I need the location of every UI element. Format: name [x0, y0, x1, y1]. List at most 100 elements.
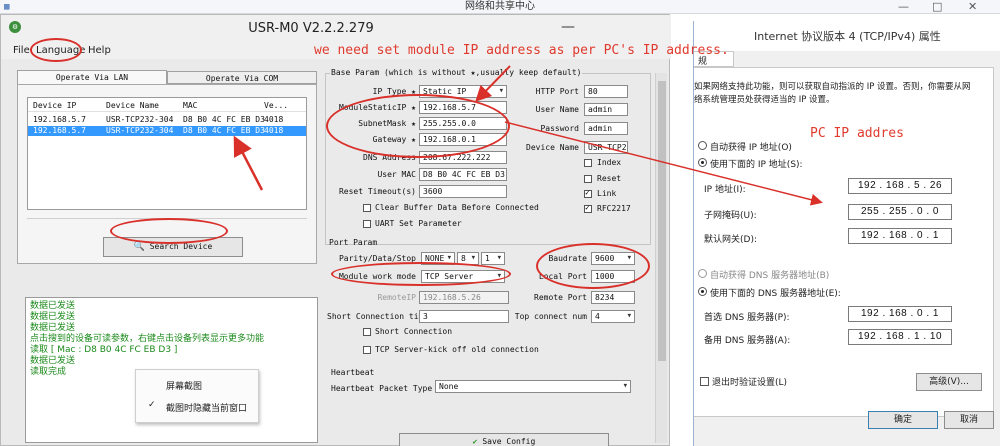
- tcp-connect-num-select[interactable]: 4: [591, 310, 635, 323]
- device-table-header: Device IP Device Name MAC Ve...: [28, 98, 306, 112]
- bg-minimize-button[interactable]: —: [898, 0, 909, 14]
- user-mac-input[interactable]: D8 B0 4C FC EB D3: [419, 168, 507, 181]
- log-line: 数据已发送: [30, 301, 76, 311]
- save-check-icon: ✔: [472, 437, 478, 446]
- search-icon: 🔍: [133, 242, 145, 252]
- http-port-input[interactable]: 80: [584, 85, 628, 98]
- row-ip: 192.168.5.7: [33, 126, 86, 135]
- user-name-label: User Name: [535, 105, 579, 114]
- index-checkbox[interactable]: [584, 159, 592, 167]
- password-input[interactable]: admin: [584, 122, 628, 135]
- col-mac[interactable]: MAC: [183, 101, 197, 110]
- remote-ip-label: RemoteIP: [377, 293, 416, 302]
- usr-titlebar: ⚙ USR-M0 V2.2.2.279 —: [1, 15, 671, 43]
- language-highlight: [30, 38, 82, 62]
- advanced-button[interactable]: 高级(V)...: [916, 373, 982, 391]
- data-bits-value: 8: [461, 254, 466, 263]
- stop-bits-select[interactable]: 1: [481, 252, 505, 265]
- annotation-top-note: we need set module IP address as per PC'…: [314, 43, 729, 58]
- reset-timeout-label: Reset Timeout(s): [338, 187, 416, 196]
- table-row[interactable]: 192.168.5.7 USR-TCP232-304 D8 B0 4C FC E…: [28, 115, 306, 125]
- kickoff-checkbox[interactable]: [363, 346, 371, 354]
- device-name-label: Device Name: [526, 143, 579, 152]
- device-name-input[interactable]: USR-TCP23: [584, 141, 628, 154]
- bg-maximize-button[interactable]: □: [932, 0, 942, 14]
- menu-help[interactable]: Help: [88, 45, 111, 56]
- heartbeat-type-select[interactable]: None: [435, 380, 631, 393]
- manual-ip-label: 使用下面的 IP 地址(S):: [710, 160, 803, 170]
- ok-button[interactable]: 确定: [868, 411, 938, 429]
- index-label: Index: [597, 158, 622, 167]
- link-label: Link: [597, 189, 617, 198]
- remote-port-label: Remote Port: [534, 293, 587, 302]
- usr-window-title: USR-M0 V2.2.2.279: [248, 21, 374, 36]
- default-gateway-label: 默认网关(D):: [704, 235, 757, 245]
- row-name: USR-TCP232-304: [106, 115, 174, 124]
- clear-buffer-label: Clear Buffer Data Before Connected: [375, 203, 539, 212]
- tab-operate-via-lan[interactable]: Operate Via LAN: [17, 70, 167, 84]
- log-line: 读取 [ Mac : D8 B0 4C FC EB D3 ]: [30, 345, 178, 355]
- manual-dns-label: 使用下面的 DNS 服务器地址(E):: [710, 289, 841, 299]
- save-config-button[interactable]: ✔ Save Config: [399, 433, 609, 446]
- rfc2217-checkbox[interactable]: [584, 203, 592, 213]
- row-mac: D8 B0 4C FC EB D3: [183, 115, 265, 124]
- short-connection-label: Short Connection: [375, 327, 453, 336]
- col-version[interactable]: Ve...: [264, 101, 288, 110]
- context-menu-screenshot[interactable]: 屏幕截图: [166, 379, 202, 392]
- short-conn-time-input[interactable]: 3: [419, 310, 509, 323]
- save-config-label: Save Config: [482, 437, 536, 446]
- tab-operate-via-com[interactable]: Operate Via COM: [167, 71, 317, 84]
- cancel-button[interactable]: 取消: [944, 411, 994, 429]
- row-version: 4018: [264, 126, 284, 135]
- base-param-legend: Base Param (which is without ★,usually k…: [330, 68, 583, 77]
- kickoff-label: TCP Server-kick off old connection: [375, 345, 539, 354]
- manual-ip-radio[interactable]: [698, 158, 707, 167]
- auto-ip-radio[interactable]: [698, 141, 707, 150]
- row-version: 4018: [264, 115, 284, 124]
- table-row-selected[interactable]: 192.168.5.7 USR-TCP232-304 D8 B0 4C FC E…: [28, 126, 306, 136]
- ip-address-field[interactable]: 192 . 168 . 5 . 26: [848, 178, 952, 194]
- ipv4-content: 如果网络支持此功能，则可以获取自动指派的 IP 设置。否则，你需要从网 络系统管…: [694, 67, 994, 417]
- user-name-input[interactable]: admin: [584, 103, 628, 116]
- rfc2217-label: RFC2217: [597, 204, 631, 213]
- default-gateway-field[interactable]: 192 . 168 . 0 . 1: [848, 228, 952, 244]
- search-device-highlight: [110, 218, 228, 244]
- subnet-mask-field[interactable]: 255 . 255 . 0 . 0: [848, 204, 952, 220]
- remote-port-input[interactable]: 8234: [591, 291, 635, 304]
- link-checkbox[interactable]: [584, 188, 592, 198]
- alternate-dns-field[interactable]: 192 . 168 . 1 . 10: [848, 329, 952, 345]
- uart-param-checkbox[interactable]: [363, 220, 371, 228]
- ipv4-description-line1: 如果网络支持此功能，则可以获取自动指派的 IP 设置。否则，你需要从网: [694, 82, 971, 92]
- alternate-dns-label: 备用 DNS 服务器(A):: [704, 336, 791, 346]
- ipv4-dialog-title: Internet 协议版本 4 (TCP/IPv4) 属性: [754, 30, 941, 43]
- reset-checkbox[interactable]: [584, 175, 592, 183]
- ip-address-label: IP 地址(I):: [704, 185, 746, 195]
- col-device-ip[interactable]: Device IP: [33, 101, 76, 110]
- bg-close-button[interactable]: ✕: [968, 0, 977, 14]
- device-list[interactable]: Device IP Device Name MAC Ve... 192.168.…: [27, 97, 307, 210]
- remote-ip-input[interactable]: 192.168.5.26: [419, 291, 509, 304]
- auto-dns-radio[interactable]: [698, 269, 707, 278]
- short-conn-time-label: Short Connection time: [327, 312, 429, 321]
- reset-label: Reset: [597, 174, 622, 183]
- usr-minimize-button[interactable]: —: [561, 19, 575, 35]
- auto-ip-label: 自动获得 IP 地址(O): [710, 143, 792, 153]
- user-mac-label: User MAC: [377, 170, 416, 179]
- reset-timeout-input[interactable]: 3600: [419, 185, 507, 198]
- usr-m0-window: ⚙ USR-M0 V2.2.2.279 — File Language Help…: [0, 14, 671, 446]
- log-line: 点击搜到的设备可读参数，右键点击设备列表显示更多功能: [30, 334, 265, 344]
- port-param-legend: Port Param: [329, 238, 378, 247]
- background-window-title: 网络和共享中心: [465, 1, 535, 12]
- context-menu: 屏幕截图 ✓ 截图时隐藏当前窗口: [135, 369, 259, 423]
- preferred-dns-field[interactable]: 192 . 168 . 0 . 1: [848, 306, 952, 322]
- vertical-scrollbar[interactable]: [655, 73, 667, 443]
- clear-buffer-checkbox[interactable]: [363, 204, 371, 212]
- menu-file[interactable]: File: [13, 45, 30, 56]
- context-menu-hide-window[interactable]: 截图时隐藏当前窗口: [166, 401, 247, 414]
- log-line: 数据已发送: [30, 312, 76, 322]
- manual-dns-radio[interactable]: [698, 287, 707, 296]
- short-connection-checkbox[interactable]: [363, 328, 371, 336]
- col-device-name[interactable]: Device Name: [106, 101, 159, 110]
- validate-on-exit-checkbox[interactable]: [700, 377, 709, 386]
- scrollbar-thumb[interactable]: [658, 81, 666, 361]
